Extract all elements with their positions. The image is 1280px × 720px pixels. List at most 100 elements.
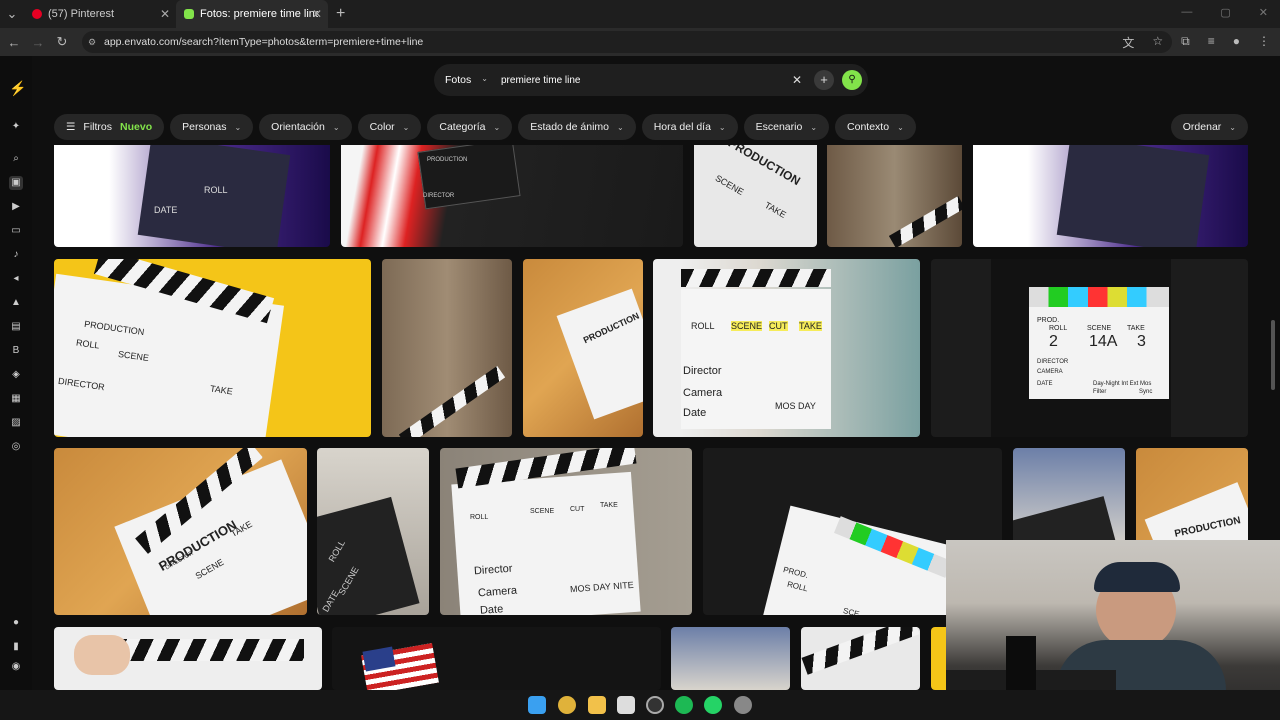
close-window-icon[interactable]: ✕ (1259, 6, 1268, 19)
slate-text: Day-Night Int Ext Mos (1093, 381, 1152, 387)
collections-icon[interactable]: ▮ (9, 640, 23, 654)
search-input[interactable] (501, 74, 781, 86)
add-icon[interactable]: + (814, 70, 834, 90)
slate-text: Director (683, 365, 722, 377)
new-tab-button[interactable]: + (336, 5, 345, 23)
presentation-icon[interactable]: ▦ (9, 392, 23, 406)
ai-sparkle-icon[interactable]: ✦ (9, 120, 23, 134)
photo-card[interactable]: ROLL SCENE CUT TAKE Director Camera Date… (653, 259, 920, 437)
page-scrollbar[interactable] (1271, 320, 1275, 390)
slate-text: SCENE (713, 172, 746, 198)
chevron-down-icon: ⌄ (810, 122, 818, 132)
filter-orientacion[interactable]: Orientación ⌄ (259, 114, 352, 140)
maximize-icon[interactable]: ▢ (1220, 6, 1230, 19)
reading-list-icon[interactable]: ≡ (1208, 34, 1215, 51)
profile-avatar[interactable]: ● (1233, 34, 1240, 51)
tab-list-icon[interactable]: ⌄ (0, 6, 24, 22)
search-icon[interactable]: ⌕ (9, 152, 23, 166)
spotify-icon[interactable] (675, 696, 693, 714)
templates-icon[interactable]: ▤ (9, 320, 23, 334)
filter-escenario[interactable]: Escenario ⌄ (743, 114, 830, 140)
3d-icon[interactable]: ◈ (9, 368, 23, 382)
sort-dropdown[interactable]: Ordenar ⌄ (1170, 114, 1248, 140)
toolbar-icons: 文 ☆ ⧉ ≡ ● ⋮ (1122, 34, 1270, 51)
folder-icon[interactable]: ▭ (9, 224, 23, 238)
photo-card[interactable] (332, 627, 661, 690)
fonts-icon[interactable]: B (9, 344, 23, 358)
photo-card[interactable]: ROLL SCENE DATE (317, 448, 429, 615)
photo-card[interactable] (827, 145, 962, 247)
minimize-icon[interactable]: — (1181, 6, 1192, 19)
photo-card[interactable]: PRODUCTION (523, 259, 643, 437)
photo-card[interactable] (973, 145, 1248, 247)
photo-card[interactable]: PRODUCTION DIRECTOR SCENE TAKE (54, 448, 307, 615)
bookmark-star-icon[interactable]: ☆ (1152, 34, 1163, 51)
file-explorer-icon[interactable] (588, 696, 606, 714)
sound-effects-icon[interactable]: ◂ (9, 272, 23, 286)
filter-contexto[interactable]: Contexto ⌄ (835, 114, 916, 140)
photo-card[interactable]: ROLL DATE (54, 145, 330, 247)
slate-text: DIRECTOR (423, 193, 455, 199)
slate-text: ROLL (204, 185, 228, 195)
filter-categoria[interactable]: Categoría ⌄ (427, 114, 513, 140)
tab-pinterest[interactable]: (57) Pinterest ✕ (24, 0, 176, 28)
slate-text: Filter (1093, 389, 1107, 395)
slate-text: DATE (154, 205, 178, 215)
filter-estado-de-animo[interactable]: Estado de ánimo ⌄ (518, 114, 636, 140)
photo-card[interactable]: ROLL SCENE CUT TAKE Director Camera Date… (440, 448, 692, 615)
photo-card[interactable] (1013, 448, 1125, 548)
pinterest-icon (32, 9, 42, 19)
chevron-down-icon: ⌄ (332, 122, 340, 132)
whatsapp-icon[interactable] (704, 696, 722, 714)
photos-icon[interactable]: ▣ (9, 176, 23, 190)
notion-icon[interactable] (617, 696, 635, 714)
video-icon[interactable]: ▶ (9, 200, 23, 214)
slate-text: CUT (570, 506, 585, 513)
graphics-icon[interactable]: ▲ (9, 296, 23, 310)
slate-text: 2 (1049, 333, 1058, 350)
close-icon[interactable]: ✕ (160, 7, 170, 21)
filters-button[interactable]: ☰ Filtros Nuevo (54, 114, 165, 140)
envato-logo[interactable]: ⚡ (9, 80, 26, 97)
slate-text: 3 (1137, 333, 1146, 350)
web-icon[interactable]: ◎ (9, 440, 23, 454)
notifications-icon[interactable]: ● (9, 616, 23, 630)
music-icon[interactable]: ♪ (9, 248, 23, 262)
tab-envato[interactable]: Fotos: premiere time line - Enva ✕ (176, 0, 328, 28)
browser-tab-bar: ⌄ (57) Pinterest ✕ Fotos: premiere time … (0, 0, 1280, 28)
forward-icon[interactable]: → (26, 35, 50, 50)
filter-color[interactable]: Color ⌄ (357, 114, 422, 140)
photo-card[interactable]: PROD. ROLL SCENE TAKE 2 14A 3 DIRECTOR C… (931, 259, 1248, 437)
addons-icon[interactable]: ▨ (9, 416, 23, 430)
filter-hora-del-dia[interactable]: Hora del día ⌄ (641, 114, 738, 140)
address-bar[interactable]: ⚙ app.envato.com/search?itemType=photos&… (82, 31, 1172, 53)
windows-start-icon[interactable] (528, 696, 546, 714)
account-icon[interactable]: ◉ (9, 660, 23, 674)
filter-personas[interactable]: Personas ⌄ (170, 114, 254, 140)
photo-card[interactable]: PRODUCTION ROLL SCENE DIRECTOR TAKE (54, 259, 371, 437)
photo-card[interactable]: PRODUCTION (1136, 448, 1248, 548)
photo-card[interactable] (54, 627, 322, 690)
back-icon[interactable]: ← (2, 35, 26, 50)
extensions-icon[interactable]: ⧉ (1181, 34, 1190, 51)
translate-icon[interactable]: 文 (1122, 34, 1134, 51)
item-type-dropdown[interactable]: Fotos ⌄ (434, 74, 500, 86)
photo-card[interactable]: PRODUCTION SCENE TAKE (694, 145, 817, 247)
obs-icon[interactable] (646, 696, 664, 714)
clear-search-icon[interactable]: ✕ (792, 73, 802, 87)
left-sidebar: ⚡ ✦ ⌕ ▣ ▶ ▭ ♪ ◂ ▲ ▤ B ◈ ▦ ▨ ◎ ● ▮ ◉ (0, 56, 32, 690)
chrome-icon[interactable] (558, 696, 576, 714)
settings-icon[interactable] (734, 696, 752, 714)
slate-text: PROD. (1037, 317, 1060, 324)
photo-card[interactable]: PRODUCTION DIRECTOR (341, 145, 683, 247)
photo-card[interactable] (382, 259, 512, 437)
chevron-down-icon: ⌄ (718, 122, 726, 132)
photo-card[interactable] (801, 627, 920, 690)
photo-card[interactable] (671, 627, 790, 690)
site-info-icon[interactable]: ⚙ (88, 37, 96, 48)
reload-icon[interactable]: ↻ (50, 34, 74, 50)
close-icon[interactable]: ✕ (312, 7, 322, 21)
menu-icon[interactable]: ⋮ (1258, 34, 1270, 51)
ai-search-button[interactable]: ⚲ (842, 70, 862, 90)
chip-label: Contexto (847, 121, 890, 133)
